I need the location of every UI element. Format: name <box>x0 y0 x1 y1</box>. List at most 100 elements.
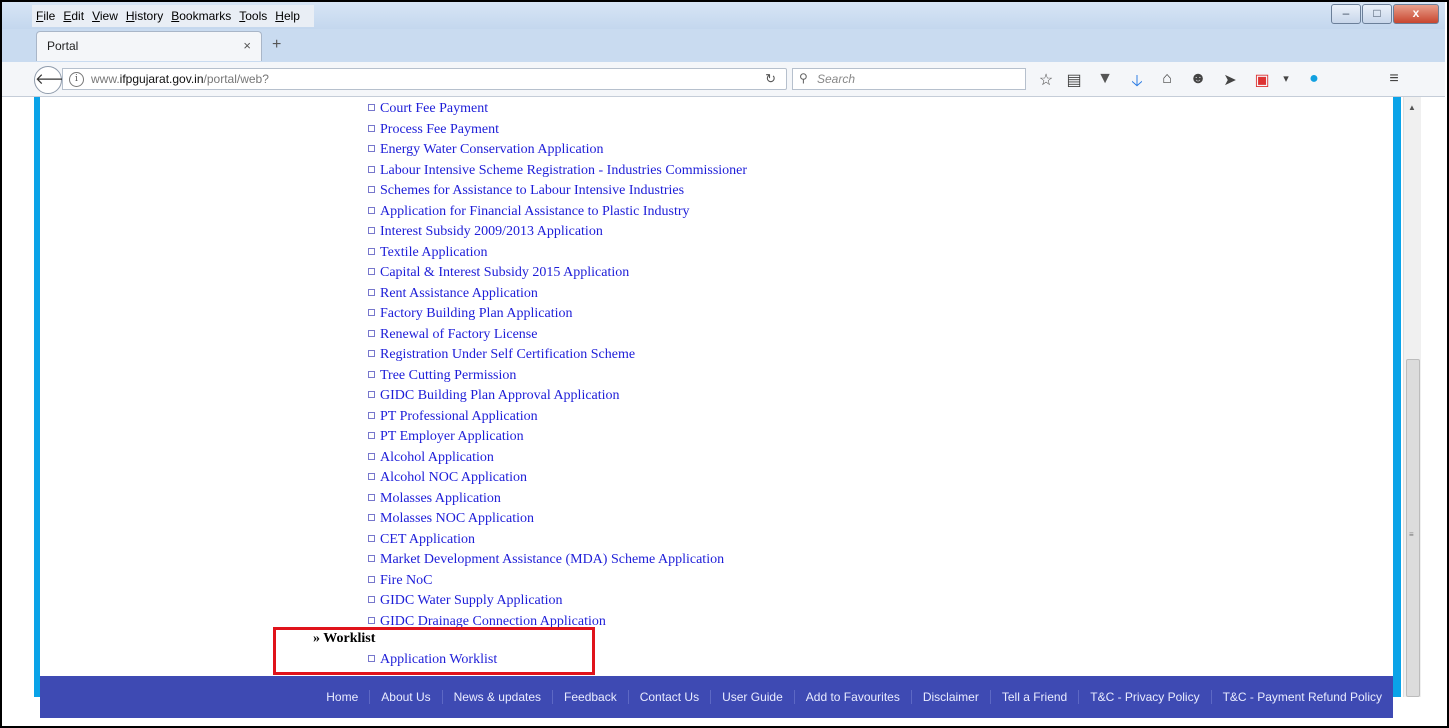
new-tab-button[interactable]: + <box>272 36 281 54</box>
footer-link[interactable]: T&C - Privacy Policy <box>1078 690 1210 704</box>
application-link[interactable]: PT Professional Application <box>368 408 747 429</box>
application-link[interactable]: Court Fee Payment <box>368 100 747 121</box>
application-link[interactable]: Market Development Assistance (MDA) Sche… <box>368 551 747 572</box>
tab-close-icon[interactable]: × <box>243 38 251 53</box>
menu-help[interactable]: Help <box>275 9 300 23</box>
footer-link[interactable]: About Us <box>369 690 441 704</box>
close-window-button[interactable]: x <box>1393 4 1439 24</box>
bullet-icon <box>368 432 375 440</box>
footer: Home About Us News & updates Feedback Contac… <box>40 676 1393 718</box>
window-controls: – □ x <box>1330 4 1439 24</box>
chat-icon[interactable]: ☻ <box>1188 70 1208 88</box>
menu-history[interactable]: History <box>126 9 163 23</box>
maximize-button[interactable]: □ <box>1362 4 1392 24</box>
scroll-up-icon[interactable]: ▲ <box>1408 103 1416 112</box>
bullet-icon <box>368 350 375 358</box>
application-link[interactable]: GIDC Water Supply Application <box>368 592 747 613</box>
bullet-icon <box>368 288 375 296</box>
bookmark-star-icon[interactable]: ☆ <box>1036 70 1056 90</box>
application-link[interactable]: Alcohol NOC Application <box>368 469 747 490</box>
addon-new-icon[interactable]: ▣ <box>1252 70 1272 90</box>
footer-link[interactable]: Feedback <box>552 690 628 704</box>
application-link-label: GIDC Building Plan Approval Application <box>380 388 620 403</box>
addon-dropdown-icon[interactable]: ▾ <box>1276 72 1296 85</box>
application-link[interactable]: Application for Financial Assistance to … <box>368 203 747 224</box>
skype-icon[interactable]: ● <box>1304 70 1324 88</box>
site-info-icon[interactable]: i <box>69 72 84 87</box>
application-link[interactable]: Registration Under Self Certification Sc… <box>368 346 747 367</box>
application-link-label: PT Professional Application <box>380 408 538 424</box>
bullet-icon <box>368 575 375 583</box>
application-link-label: Court Fee Payment <box>380 101 489 116</box>
application-link[interactable]: Labour Intensive Scheme Registration - I… <box>368 162 747 183</box>
reading-list-icon[interactable]: ▤ <box>1064 70 1084 90</box>
application-link[interactable]: Molasses NOC Application <box>368 510 747 531</box>
url-bar[interactable]: i www.ifpgujarat.gov.in/portal/web? ↻ <box>62 68 787 90</box>
bullet-icon <box>368 268 375 276</box>
menu-file[interactable]: File <box>36 9 55 23</box>
bullet-icon <box>368 514 375 522</box>
bullet-icon <box>368 145 375 153</box>
application-link[interactable]: Renewal of Factory License <box>368 326 747 347</box>
footer-link[interactable]: Contact Us <box>627 690 710 704</box>
application-link-label: PT Employer Application <box>380 429 524 444</box>
bullet-icon <box>368 124 375 132</box>
download-icon[interactable]: 🡣 <box>1127 70 1147 97</box>
send-icon[interactable]: ➤ <box>1220 70 1240 90</box>
application-link[interactable]: Tree Cutting Permission <box>368 367 747 388</box>
application-link-label: Energy Water Conservation Application <box>380 142 604 157</box>
application-link[interactable]: Factory Building Plan Application <box>368 305 747 326</box>
bullet-icon <box>368 247 375 255</box>
application-link[interactable]: Alcohol Application <box>368 449 747 470</box>
bullet-icon <box>368 493 375 501</box>
application-link[interactable]: Interest Subsidy 2009/2013 Application <box>368 223 747 244</box>
menu-view[interactable]: View <box>92 9 118 23</box>
application-link-label: Registration Under Self Certification Sc… <box>380 347 636 362</box>
application-link[interactable]: Textile Application <box>368 244 747 265</box>
hamburger-menu-icon[interactable]: ≡ <box>1384 70 1404 88</box>
footer-link[interactable]: Tell a Friend <box>989 690 1078 704</box>
application-link[interactable]: GIDC Building Plan Approval Application <box>368 387 747 408</box>
menu-bar: File Edit View History Bookmarks Tools H… <box>32 5 314 27</box>
footer-link[interactable]: Add to Favourites <box>793 690 911 704</box>
navigation-toolbar: 🡐 i www.ifpgujarat.gov.in/portal/web? ↻ … <box>2 62 1445 97</box>
pocket-icon[interactable]: ▼ <box>1095 70 1115 88</box>
left-accent-bar <box>34 97 40 697</box>
tab-portal[interactable]: Portal × <box>36 31 262 61</box>
bullet-icon <box>368 165 375 173</box>
vertical-scrollbar[interactable]: ▲ ≡ <box>1403 97 1421 697</box>
bullet-icon <box>368 411 375 419</box>
application-link[interactable]: Process Fee Payment <box>368 121 747 142</box>
footer-link[interactable]: T&C - Payment Refund Policy <box>1210 690 1393 704</box>
application-link-label: Schemes for Assistance to Labour Intensi… <box>380 183 685 198</box>
footer-link[interactable]: Disclaimer <box>910 690 990 704</box>
menu-bookmarks[interactable]: Bookmarks <box>171 9 231 23</box>
reload-icon[interactable]: ↻ <box>765 71 776 87</box>
minimize-button[interactable]: – <box>1331 4 1361 24</box>
application-link[interactable]: Fire NoC <box>368 572 747 593</box>
application-link[interactable]: Schemes for Assistance to Labour Intensi… <box>368 182 747 203</box>
application-link[interactable]: Molasses Application <box>368 490 747 511</box>
application-link[interactable]: PT Employer Application <box>368 428 747 449</box>
back-button[interactable]: 🡐 <box>34 66 75 94</box>
application-link-label: Interest Subsidy 2009/2013 Application <box>380 224 603 239</box>
menu-tools[interactable]: Tools <box>239 9 267 23</box>
application-link[interactable]: Energy Water Conservation Application <box>368 141 747 162</box>
application-link-label: Alcohol Application <box>380 449 494 465</box>
home-icon[interactable]: ⌂ <box>1157 70 1177 88</box>
footer-link[interactable]: News & updates <box>441 690 552 704</box>
menu-edit[interactable]: Edit <box>63 9 84 23</box>
application-link-label: GIDC Water Supply Application <box>380 593 563 608</box>
search-input[interactable]: ⚲ Search <box>792 68 1026 90</box>
application-link[interactable]: CET Application <box>368 531 747 552</box>
application-link-label: Process Fee Payment <box>380 121 499 137</box>
application-link[interactable]: Rent Assistance Application <box>368 285 747 306</box>
tab-title: Portal <box>47 39 79 53</box>
application-link[interactable]: Capital & Interest Subsidy 2015 Applicat… <box>368 264 747 285</box>
footer-link[interactable]: User Guide <box>710 690 794 704</box>
scroll-thumb[interactable]: ≡ <box>1406 359 1420 697</box>
footer-link[interactable]: Home <box>315 690 369 704</box>
application-link-label: Market Development Assistance (MDA) Sche… <box>380 552 725 567</box>
application-link-label: Molasses NOC Application <box>380 511 534 526</box>
bullet-icon <box>368 616 375 624</box>
